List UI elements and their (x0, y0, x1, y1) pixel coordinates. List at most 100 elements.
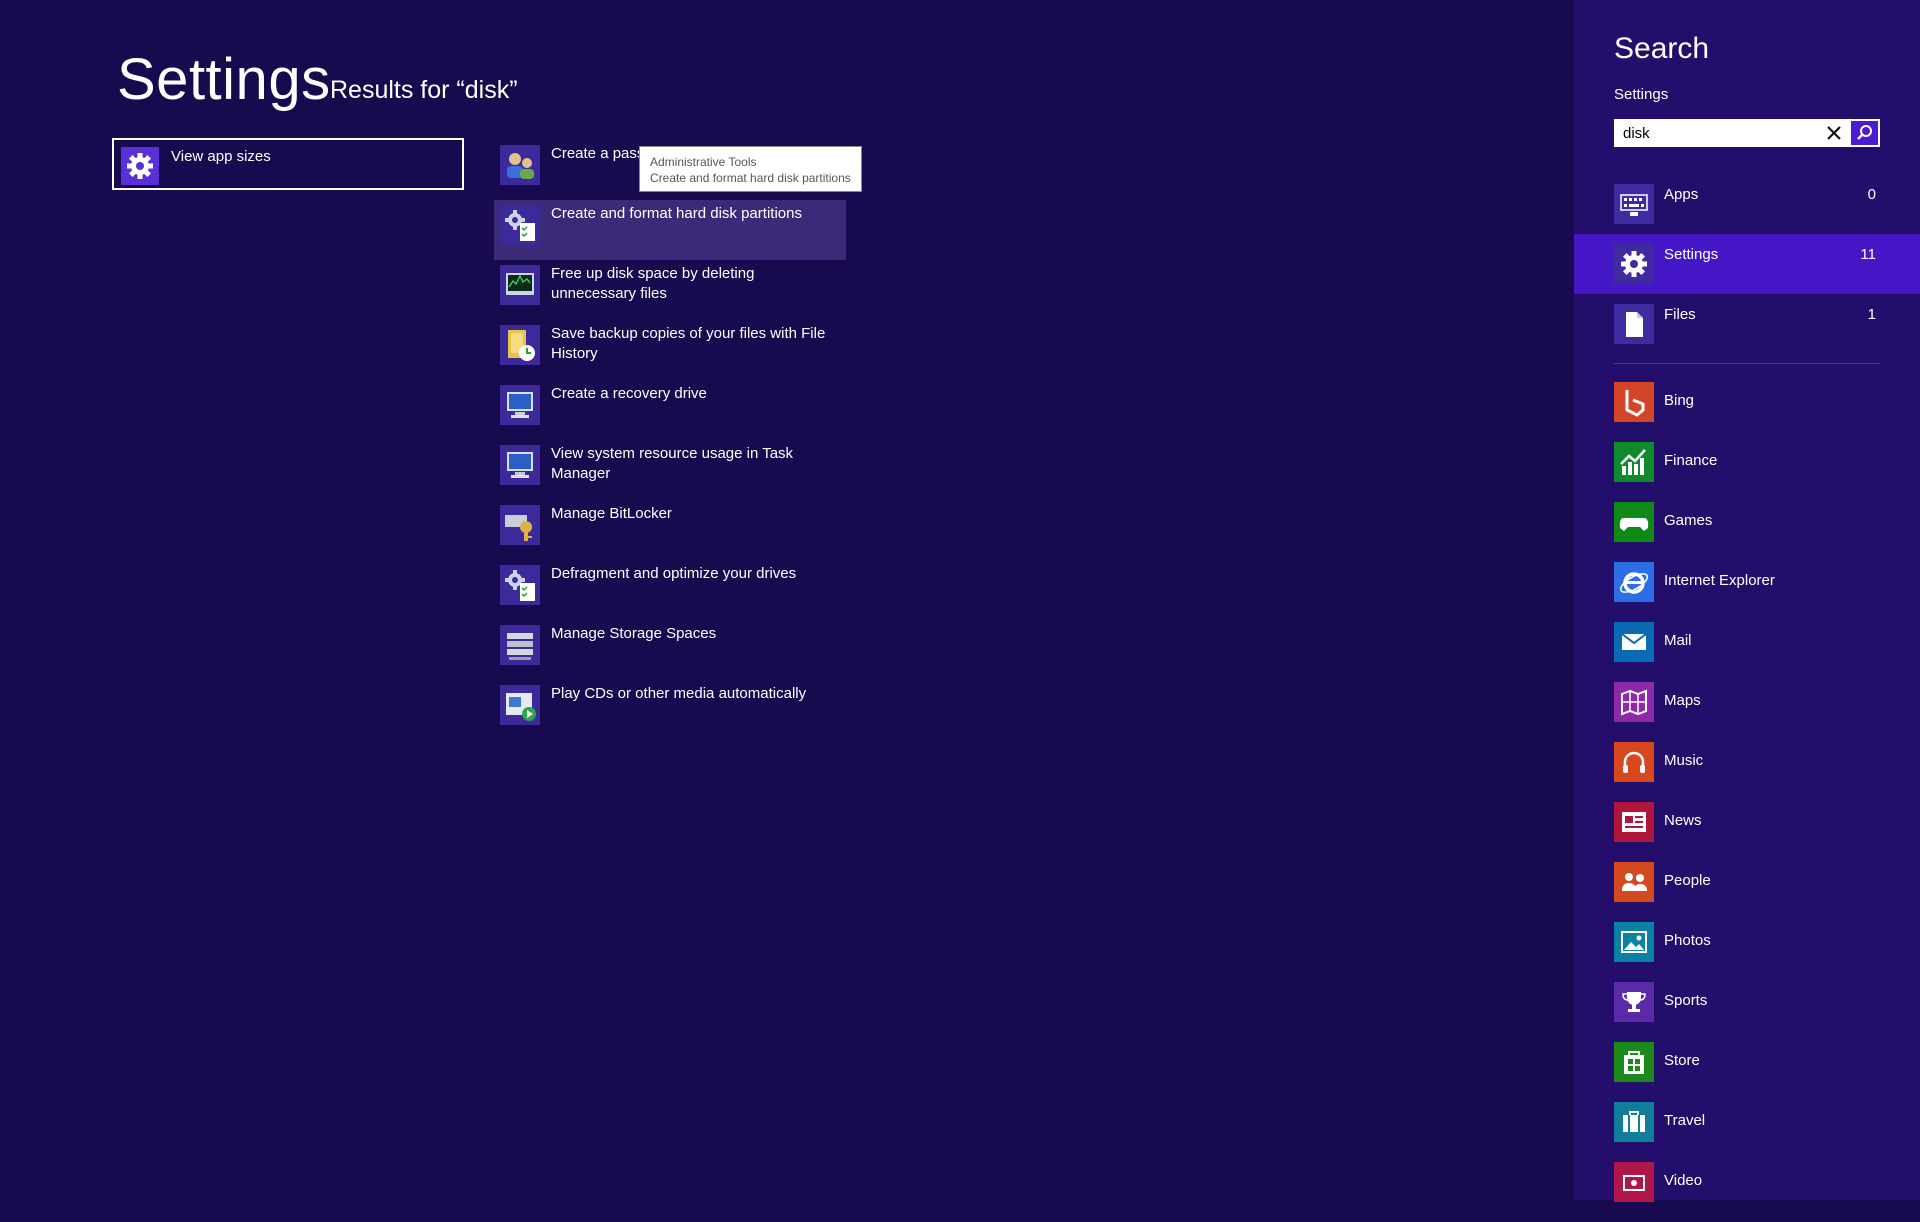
category-label: Apps (1664, 186, 1699, 203)
search-box (1614, 119, 1880, 147)
admin-tools-icon (500, 205, 540, 245)
tooltip-description: Create and format hard disk partitions (650, 171, 851, 185)
app-internet-explorer[interactable]: Internet Explorer (1574, 562, 1920, 622)
result-recovery-drive[interactable]: Create a recovery drive (494, 380, 846, 440)
monitor-icon (500, 445, 540, 485)
bitlocker-key-icon (500, 505, 540, 545)
mail-icon (1614, 622, 1654, 662)
app-label: Mail (1664, 632, 1692, 649)
app-label: Finance (1664, 452, 1718, 469)
result-view-app-sizes[interactable]: View app sizes (112, 138, 464, 190)
app-music[interactable]: Music (1574, 742, 1920, 802)
settings-results-area: Settings Results for “disk” View app siz… (0, 0, 1574, 1200)
page-title: Settings (117, 47, 331, 112)
app-photos[interactable]: Photos (1574, 922, 1920, 982)
category-label: Settings (1664, 246, 1719, 263)
category-settings[interactable]: Settings 11 (1574, 234, 1920, 294)
app-label: Video (1664, 1172, 1703, 1189)
ie-icon (1614, 562, 1654, 602)
result-label: Save backup copies of your files with Fi… (551, 325, 826, 362)
result-file-history[interactable]: Save backup copies of your files with Fi… (494, 320, 846, 380)
app-mail[interactable]: Mail (1574, 622, 1920, 682)
monitor-icon (500, 385, 540, 425)
photos-icon (1614, 922, 1654, 962)
category-count: 11 (1860, 246, 1876, 263)
category-count: 0 (1867, 186, 1876, 203)
result-label: Create and format hard disk partitions (551, 205, 802, 222)
storage-spaces-icon (500, 625, 540, 665)
gear-icon (1614, 244, 1654, 284)
search-button[interactable] (1851, 121, 1878, 145)
app-label: Store (1664, 1052, 1700, 1069)
app-label: Internet Explorer (1664, 572, 1775, 589)
app-label: Sports (1664, 992, 1708, 1009)
gamepad-icon (1614, 502, 1654, 542)
app-label: Maps (1664, 692, 1701, 709)
app-bing[interactable]: Bing (1574, 382, 1920, 442)
admin-tools-icon (500, 565, 540, 605)
disk-cleanup-icon (500, 265, 540, 305)
app-people[interactable]: People (1574, 862, 1920, 922)
result-free-up-disk-space[interactable]: Free up disk space by deleting unnecessa… (494, 260, 846, 320)
result-label: Defragment and optimize your drives (551, 565, 797, 582)
app-games[interactable]: Games (1574, 502, 1920, 562)
result-label: Manage Storage Spaces (551, 625, 717, 642)
file-history-icon (500, 325, 540, 365)
result-create-format-partitions[interactable]: Create and format hard disk partitions (494, 200, 846, 260)
bing-icon (1614, 382, 1654, 422)
finance-icon (1614, 442, 1654, 482)
app-label: News (1664, 812, 1702, 829)
search-input[interactable] (1614, 119, 1823, 147)
result-defragment[interactable]: Defragment and optimize your drives (494, 560, 846, 620)
tooltip: Administrative Tools Create and format h… (639, 146, 862, 192)
result-storage-spaces[interactable]: Manage Storage Spaces (494, 620, 846, 680)
maps-icon (1614, 682, 1654, 722)
trophy-icon (1614, 982, 1654, 1022)
tooltip-title: Administrative Tools (650, 155, 757, 169)
suitcase-icon (1614, 1102, 1654, 1142)
result-label: Create a recovery drive (551, 385, 707, 402)
result-label: Play CDs or other media automatically (551, 685, 807, 702)
result-label: View system resource usage in Task Manag… (551, 445, 794, 482)
app-label: People (1664, 872, 1711, 889)
search-panel-title: Search (1614, 32, 1710, 65)
category-apps[interactable]: Apps 0 (1574, 174, 1920, 234)
app-label: Games (1664, 512, 1713, 529)
result-label: Free up disk space by deleting unnecessa… (551, 265, 755, 302)
users-icon (500, 145, 540, 185)
app-news[interactable]: News (1574, 802, 1920, 862)
store-icon (1614, 1042, 1654, 1082)
app-label: Music (1664, 752, 1704, 769)
category-files[interactable]: Files 1 (1574, 294, 1920, 354)
close-icon (1827, 126, 1841, 140)
app-video[interactable]: Video (1574, 1162, 1920, 1222)
result-manage-bitlocker[interactable]: Manage BitLocker (494, 500, 846, 560)
file-icon (1614, 304, 1654, 344)
app-sports[interactable]: Sports (1574, 982, 1920, 1042)
app-label: Travel (1664, 1112, 1706, 1129)
people-icon (1614, 862, 1654, 902)
app-finance[interactable]: Finance (1574, 442, 1920, 502)
app-maps[interactable]: Maps (1574, 682, 1920, 742)
autoplay-icon (500, 685, 540, 725)
gear-icon (121, 147, 159, 185)
result-label: Manage BitLocker (551, 505, 672, 522)
category-label: Files (1664, 306, 1696, 323)
app-store[interactable]: Store (1574, 1042, 1920, 1102)
headphones-icon (1614, 742, 1654, 782)
search-charm-panel: Search Settings Apps 0 Settings 11 Files… (1574, 0, 1920, 1202)
result-autoplay[interactable]: Play CDs or other media automatically (494, 680, 846, 740)
search-icon (1857, 125, 1872, 140)
search-scope-label: Settings (1614, 86, 1669, 103)
results-for-label: Results for “disk” (330, 76, 518, 104)
left-results-column: View app sizes (112, 138, 464, 190)
divider (1614, 363, 1880, 364)
clear-search-button[interactable] (1819, 119, 1849, 147)
app-travel[interactable]: Travel (1574, 1102, 1920, 1162)
category-count: 1 (1867, 306, 1876, 323)
news-icon (1614, 802, 1654, 842)
app-label: Bing (1664, 392, 1695, 409)
keyboard-icon (1614, 184, 1654, 224)
app-label: Photos (1664, 932, 1711, 949)
result-task-manager[interactable]: View system resource usage in Task Manag… (494, 440, 846, 500)
